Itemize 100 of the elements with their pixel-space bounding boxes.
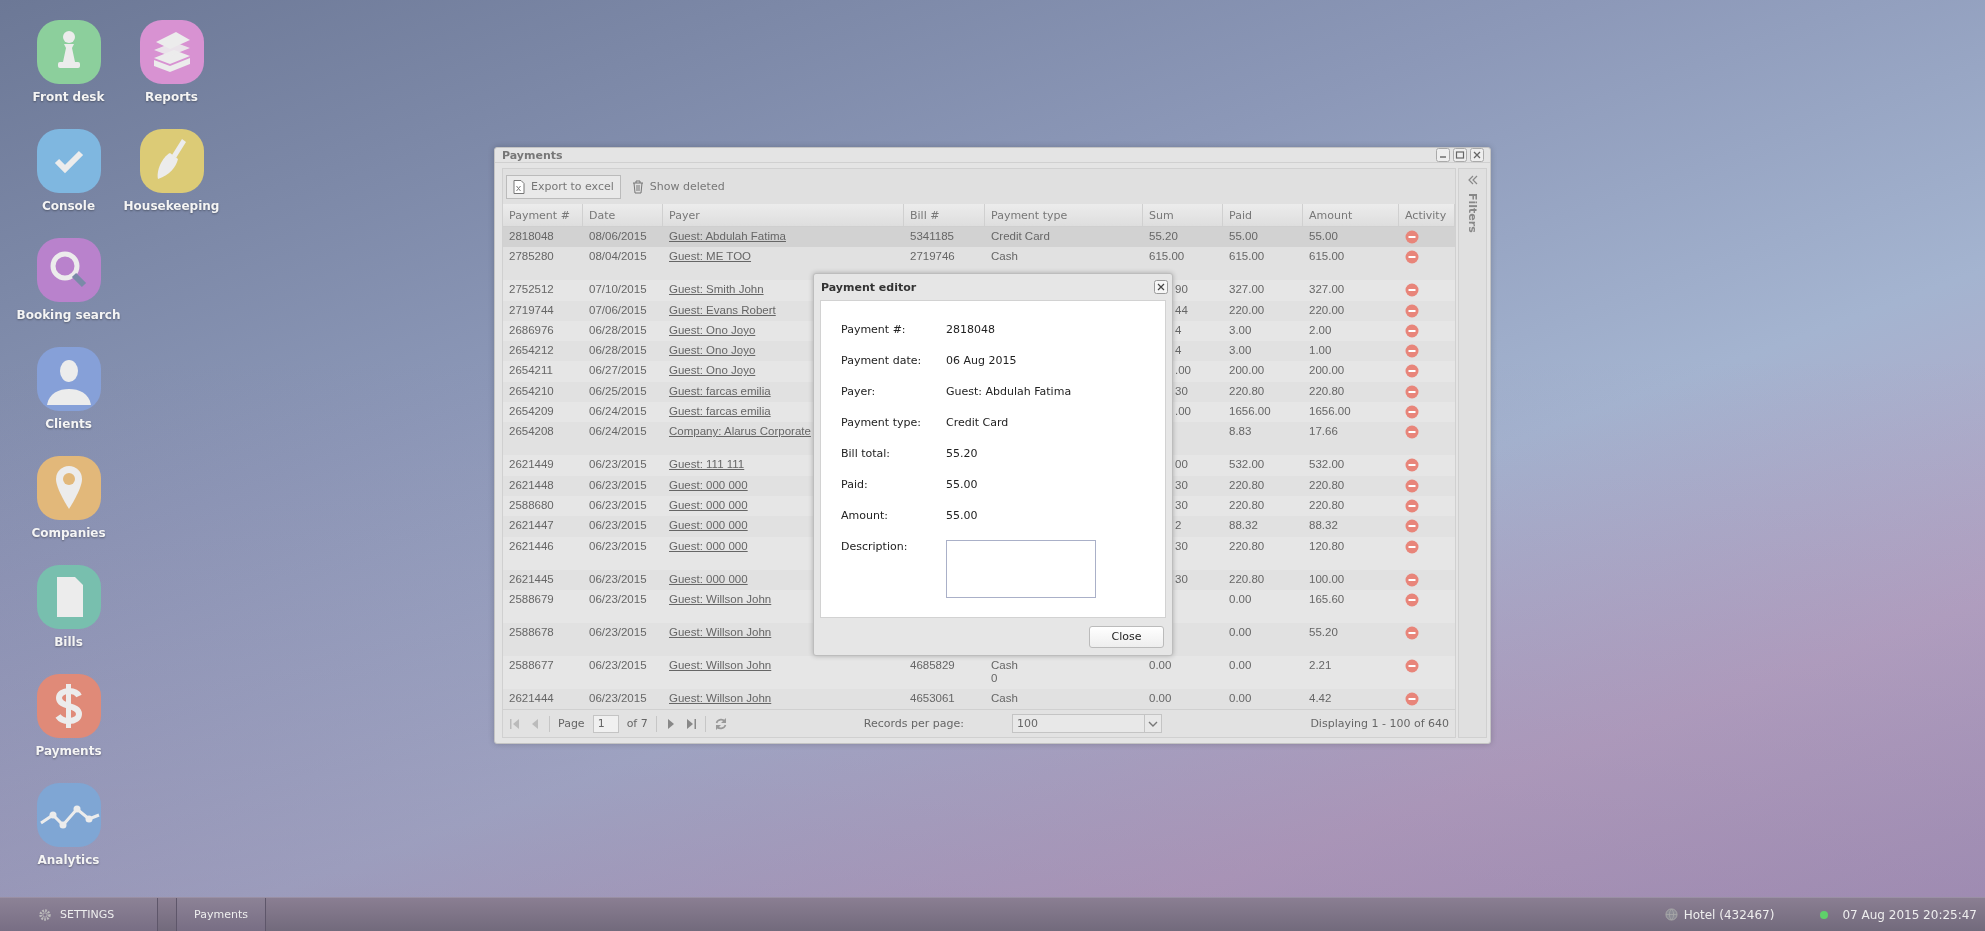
table-cell: 06/23/2015 [589, 458, 647, 471]
table-cell: Cash [991, 250, 1018, 263]
table-cell: 165.60 [1309, 592, 1345, 605]
table-cell: 532.00 [1229, 458, 1265, 471]
field-label: Payment type: [841, 416, 922, 429]
window-title: Payments [502, 148, 563, 162]
table-cell: 220.80 [1229, 384, 1265, 397]
table-cell: 5341185 [910, 230, 954, 242]
table-cell: 2 [1175, 519, 1182, 532]
field-value: 55.00 [946, 478, 978, 491]
field-value: 55.00 [946, 509, 978, 522]
table-cell: 220.80 [1229, 478, 1265, 491]
table-cell: 2654210 [509, 384, 554, 397]
table-cell: 615.00 [1229, 250, 1265, 263]
table-cell: 30 [1175, 498, 1188, 511]
table-cell: 06/23/2015 [589, 519, 647, 532]
table-cell: 200.00 [1229, 364, 1265, 377]
table-cell: 4 [1175, 344, 1182, 357]
table-cell: 1656.00 [1309, 405, 1351, 418]
field-label: Paid: [841, 478, 869, 491]
table-cell: 30 [1175, 478, 1188, 491]
table-cell: 44 [1175, 303, 1188, 316]
dialog-title: Payment editor [821, 280, 917, 294]
table-cell: 07/06/2015 [589, 303, 647, 316]
table-cell: 2686976 [509, 323, 554, 336]
table-cell: 55.00 [1309, 230, 1338, 242]
table-cell: 30 [1175, 539, 1188, 552]
table-cell: 0.00 [1229, 691, 1252, 704]
table-cell: 00 [1175, 458, 1188, 471]
field-value: Guest: Abdulah Fatima [946, 385, 1072, 398]
table-cell: 0.00 [1229, 625, 1252, 638]
table-cell: .00 [1175, 364, 1191, 377]
table-cell: 88.32 [1309, 519, 1338, 532]
table-cell: 4 [1175, 323, 1182, 336]
field-value: Credit Card [946, 416, 1009, 429]
table-cell: 220.80 [1309, 498, 1345, 511]
table-cell: 220.00 [1229, 303, 1265, 316]
table-cell: 1656.00 [1229, 405, 1271, 418]
table-cell: 220.00 [1309, 303, 1345, 316]
field-value: 06 Aug 2015 [946, 354, 1017, 367]
table-cell: 06/23/2015 [589, 658, 647, 671]
table-cell: 3.00 [1229, 323, 1252, 336]
table-cell: 2621448 [509, 478, 554, 491]
table-cell: 30 [1175, 384, 1188, 397]
table-cell: 06/23/2015 [589, 572, 647, 585]
table-cell: 07/10/2015 [589, 283, 647, 296]
table-cell: 120.80 [1309, 539, 1345, 552]
table-cell: 8.83 [1229, 425, 1252, 438]
table-cell: 615.00 [1309, 250, 1345, 263]
table-cell: 06/24/2015 [589, 405, 647, 418]
table-cell: 4685829 [910, 658, 955, 671]
table-cell: 06/23/2015 [589, 478, 647, 491]
field-label: Payer: [841, 385, 877, 398]
table-cell: 06/23/2015 [589, 592, 647, 605]
table-cell: 2654209 [509, 405, 554, 418]
table-cell: 3.00 [1229, 344, 1252, 357]
page-count: of 7 [626, 717, 648, 731]
table-cell: 0.00 [1149, 691, 1172, 704]
records-per-page-label: Records per page: [863, 717, 964, 731]
table-cell: 2588680 [509, 498, 554, 511]
table-cell: 4.42 [1309, 691, 1332, 704]
table-cell: 0.00 [1229, 658, 1252, 671]
table-cell: 06/25/2015 [589, 384, 647, 397]
table-cell: 2654212 [509, 344, 554, 357]
table-cell: 200.00 [1309, 364, 1345, 377]
table-cell: 17.66 [1309, 425, 1338, 438]
table-cell: 220.80 [1309, 384, 1345, 397]
table-cell: 06/28/2015 [589, 323, 647, 336]
table-cell: 06/28/2015 [589, 344, 647, 357]
table-cell: 55.00 [1229, 230, 1258, 242]
table-cell: 0.00 [1229, 592, 1252, 605]
table-cell: 06/23/2015 [589, 625, 647, 638]
table-cell: 2818048 [509, 230, 554, 242]
table-cell: 327.00 [1309, 283, 1345, 296]
table-cell: 4653061 [910, 691, 955, 704]
table-cell: 08/06/2015 [589, 230, 647, 242]
table-cell: 220.80 [1229, 572, 1265, 585]
table-cell: 06/23/2015 [589, 691, 647, 704]
field-label: Payment #: [841, 323, 907, 336]
table-cell: 532.00 [1309, 458, 1345, 471]
field-value: 2818048 [946, 323, 995, 336]
table-cell: 06/24/2015 [589, 425, 647, 438]
table-cell: 0.00 [1149, 658, 1172, 671]
table-cell: 2621445 [509, 572, 554, 585]
table-cell: 2621446 [509, 539, 554, 552]
table-cell: 2588677 [509, 658, 554, 671]
table-cell: 55.20 [1309, 625, 1338, 638]
table-cell: 2621444 [509, 691, 554, 704]
field-value: 55.20 [946, 447, 978, 460]
table-cell: Cash [991, 691, 1018, 704]
displaying-count: Displaying 1 - 100 of 640 [1310, 717, 1449, 731]
field-label: Description: [841, 540, 909, 553]
table-cell: 2654211 [509, 364, 553, 377]
table-cell: 2785280 [509, 250, 554, 263]
table-cell: 220.80 [1229, 539, 1265, 552]
table-cell: 220.80 [1309, 478, 1345, 491]
table-cell: 2752512 [509, 283, 554, 296]
field-label: Amount: [841, 509, 889, 522]
table-cell: 08/04/2015 [589, 250, 647, 263]
table-cell: 1.00 [1309, 344, 1332, 357]
